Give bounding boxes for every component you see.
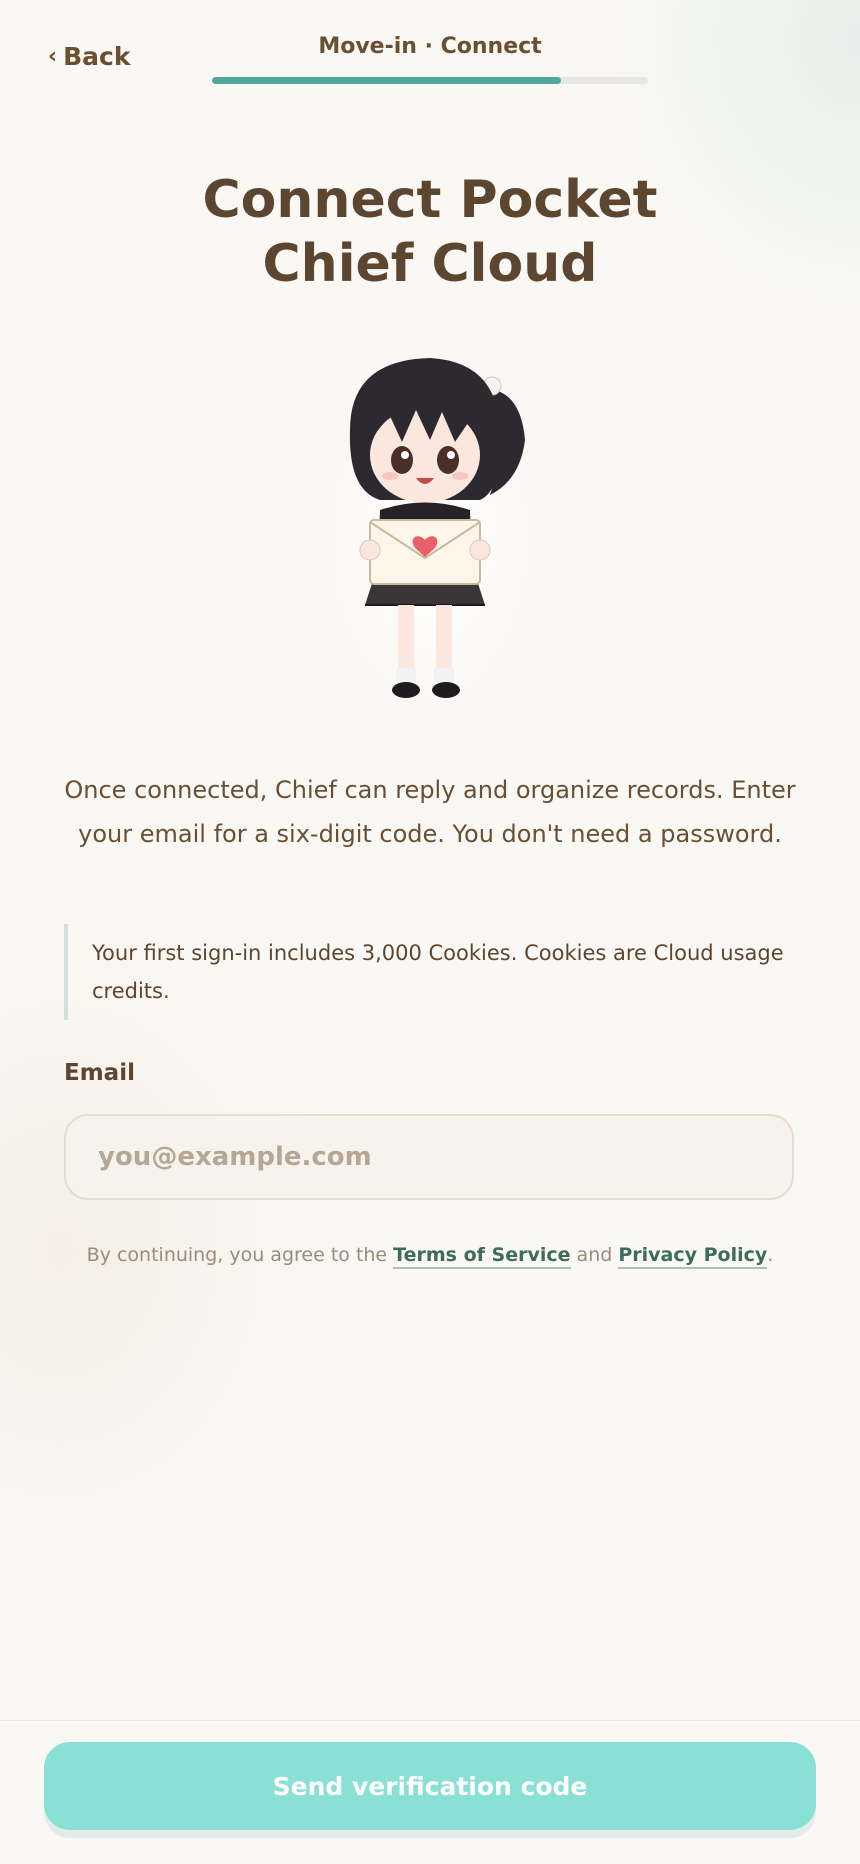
privacy-policy-link[interactable]: Privacy Policy bbox=[618, 1244, 768, 1269]
top-bar: ‹ Back Move-in · Connect bbox=[0, 0, 860, 100]
email-label: Email bbox=[64, 1060, 135, 1086]
mascot-illustration bbox=[320, 358, 540, 720]
send-verification-code-button[interactable]: Send verification code bbox=[44, 1742, 816, 1830]
terms-prefix: By continuing, you agree to the bbox=[86, 1244, 394, 1266]
title-line-1: Connect Pocket bbox=[202, 170, 658, 230]
progress-bar bbox=[212, 77, 648, 84]
terms-and: and bbox=[570, 1244, 619, 1266]
email-field[interactable] bbox=[64, 1114, 794, 1200]
step-label: Move-in · Connect bbox=[318, 34, 542, 59]
terms-suffix: . bbox=[767, 1244, 774, 1266]
terms-of-service-link[interactable]: Terms of Service bbox=[393, 1244, 571, 1269]
page-title: Connect Pocket Chief Cloud bbox=[0, 168, 860, 296]
progress-fill bbox=[212, 77, 561, 84]
terms-text: By continuing, you agree to the Terms of… bbox=[0, 1244, 860, 1269]
footer-divider bbox=[0, 1720, 860, 1721]
cookies-note: Your first sign-in includes 3,000 Cookie… bbox=[64, 924, 792, 1020]
title-line-2: Chief Cloud bbox=[262, 234, 598, 294]
description-text: Once connected, Chief can reply and orga… bbox=[64, 776, 796, 848]
